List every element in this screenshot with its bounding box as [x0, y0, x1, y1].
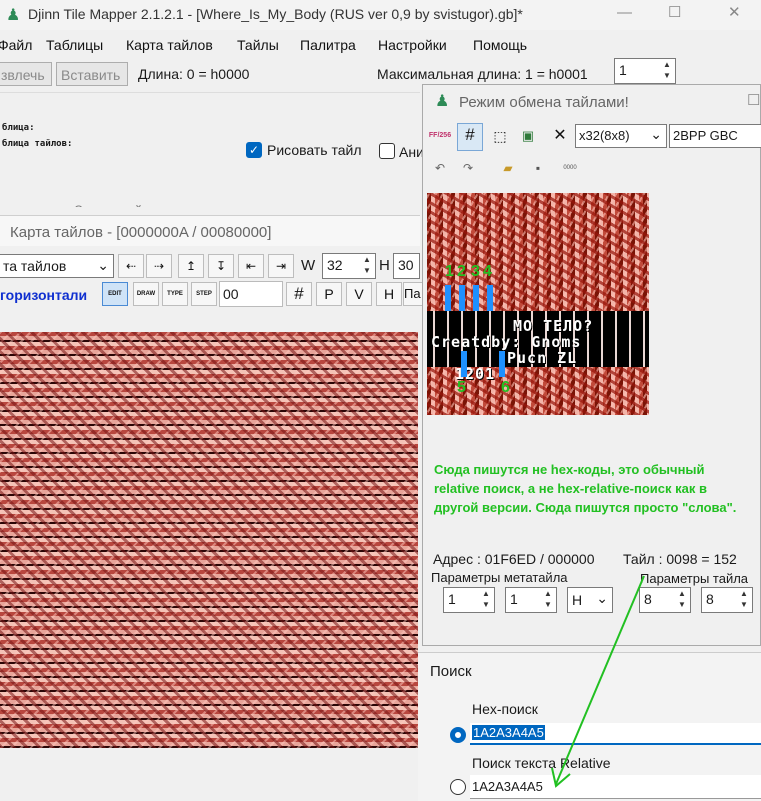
annotation-arrow	[551, 575, 645, 788]
